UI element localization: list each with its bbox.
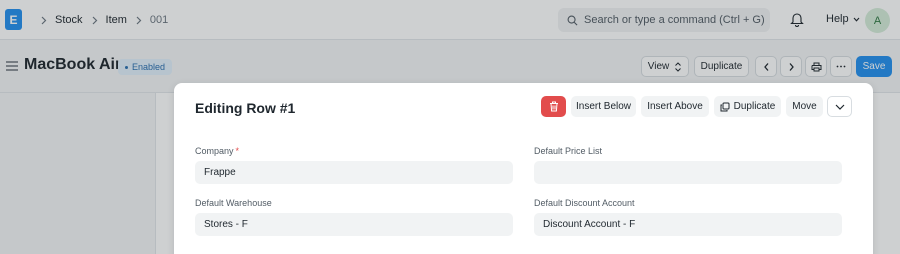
chevron-down-icon: [835, 104, 844, 110]
company-label: Company *: [195, 146, 239, 156]
default-price-list-label: Default Price List: [534, 146, 603, 156]
default-warehouse-label: Default Warehouse: [195, 198, 272, 208]
insert-below-button[interactable]: Insert Below: [571, 96, 636, 117]
insert-above-button[interactable]: Insert Above: [641, 96, 709, 117]
collapse-dialog-button[interactable]: [827, 96, 852, 117]
duplicate-icon: [720, 102, 730, 111]
default-discount-account-field[interactable]: Discount Account - F: [534, 213, 842, 236]
company-field[interactable]: Frappe: [195, 161, 513, 184]
duplicate-row-button[interactable]: Duplicate: [714, 96, 781, 117]
default-discount-account-label: Default Discount Account: [534, 198, 635, 208]
default-warehouse-field[interactable]: Stores - F: [195, 213, 513, 236]
duplicate-row-label: Duplicate: [733, 101, 776, 112]
edit-row-dialog: Editing Row #1 Insert Below Insert Above…: [174, 83, 873, 254]
dialog-title: Editing Row #1: [195, 100, 296, 116]
delete-row-button[interactable]: [541, 96, 566, 117]
move-row-button[interactable]: Move: [786, 96, 823, 117]
trash-icon: [549, 101, 558, 112]
required-mark: *: [235, 146, 240, 156]
default-price-list-field[interactable]: [534, 161, 842, 184]
company-label-text: Company: [195, 146, 234, 156]
